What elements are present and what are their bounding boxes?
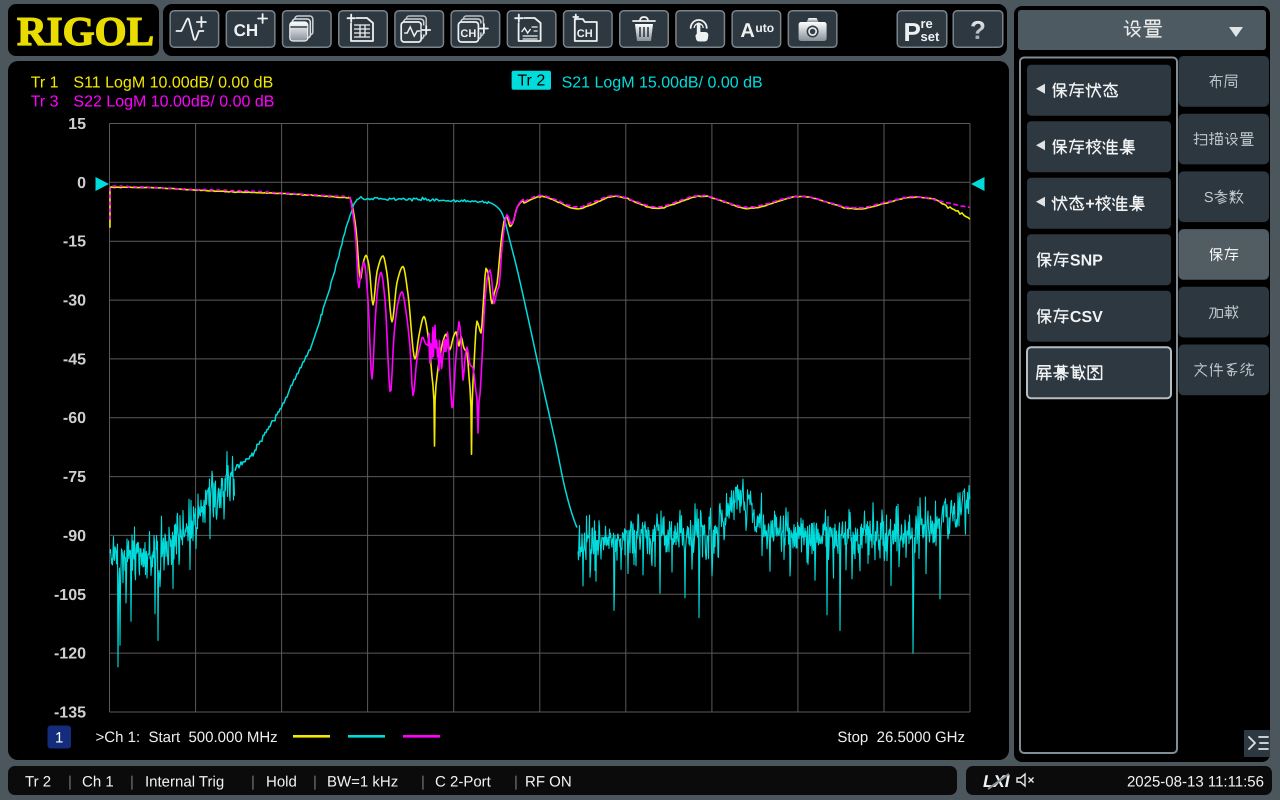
- svg-text:-30: -30: [63, 293, 86, 310]
- svg-text:-75: -75: [63, 469, 86, 486]
- svg-text:S22 LogM 10.00dB/ 0.00 dB: S22 LogM 10.00dB/ 0.00 dB: [73, 93, 274, 110]
- svg-text:|: |: [68, 774, 72, 791]
- svg-text:-120: -120: [54, 646, 86, 663]
- svg-text:-135: -135: [54, 705, 86, 722]
- svg-text:CH: CH: [234, 21, 259, 40]
- svg-text:CH: CH: [577, 28, 593, 40]
- svg-text:+: +: [1085, 196, 1094, 213]
- svg-text:?: ?: [970, 15, 986, 45]
- svg-text:-105: -105: [54, 587, 86, 604]
- svg-text:A: A: [740, 20, 754, 42]
- svg-text:1: 1: [55, 730, 63, 747]
- svg-text:>Ch 1: Start 500.000 MHz: >Ch 1: Start 500.000 MHz: [96, 729, 278, 746]
- svg-text:Hold: Hold: [266, 774, 297, 791]
- svg-text:-60: -60: [63, 410, 86, 427]
- svg-text:S11 LogM 10.00dB/ 0.00 dB: S11 LogM 10.00dB/ 0.00 dB: [73, 74, 273, 91]
- svg-text:2025-08-13 11:11:56: 2025-08-13 11:11:56: [1127, 774, 1264, 791]
- svg-text:Tr 3: Tr 3: [31, 93, 59, 110]
- svg-text:P: P: [904, 17, 921, 47]
- svg-text:|: |: [313, 774, 317, 791]
- svg-text:Internal Trig: Internal Trig: [145, 774, 224, 791]
- svg-text:Tr 2: Tr 2: [517, 72, 545, 89]
- svg-text:|: |: [514, 774, 518, 791]
- svg-text:C 2-Port: C 2-Port: [435, 774, 492, 791]
- svg-text:Tr 1: Tr 1: [31, 74, 59, 91]
- svg-text:Stop 26.5000 GHz: Stop 26.5000 GHz: [837, 729, 965, 746]
- svg-text:|: |: [421, 774, 425, 791]
- svg-text:|: |: [130, 774, 134, 791]
- svg-text:RF ON: RF ON: [525, 774, 572, 791]
- svg-text:RIGOL: RIGOL: [17, 8, 154, 54]
- svg-text:Ch 1: Ch 1: [82, 774, 114, 791]
- svg-text:-15: -15: [63, 234, 86, 251]
- svg-text:Tr 2: Tr 2: [25, 774, 51, 791]
- svg-text:15: 15: [68, 116, 86, 133]
- svg-text:0: 0: [77, 175, 86, 192]
- svg-text:CSV: CSV: [1070, 309, 1103, 326]
- svg-text:uto: uto: [755, 21, 774, 35]
- svg-text:S: S: [1204, 190, 1214, 206]
- svg-text:S21 LogM 15.00dB/ 0.00 dB: S21 LogM 15.00dB/ 0.00 dB: [562, 74, 763, 91]
- svg-text:|: |: [251, 774, 255, 791]
- svg-text:-45: -45: [63, 351, 86, 368]
- svg-text:BW=1 kHz: BW=1 kHz: [327, 774, 398, 791]
- svg-text:-90: -90: [63, 528, 86, 545]
- svg-text:set: set: [921, 29, 940, 44]
- svg-text:SNP: SNP: [1070, 253, 1103, 270]
- svg-text:CH: CH: [460, 28, 476, 40]
